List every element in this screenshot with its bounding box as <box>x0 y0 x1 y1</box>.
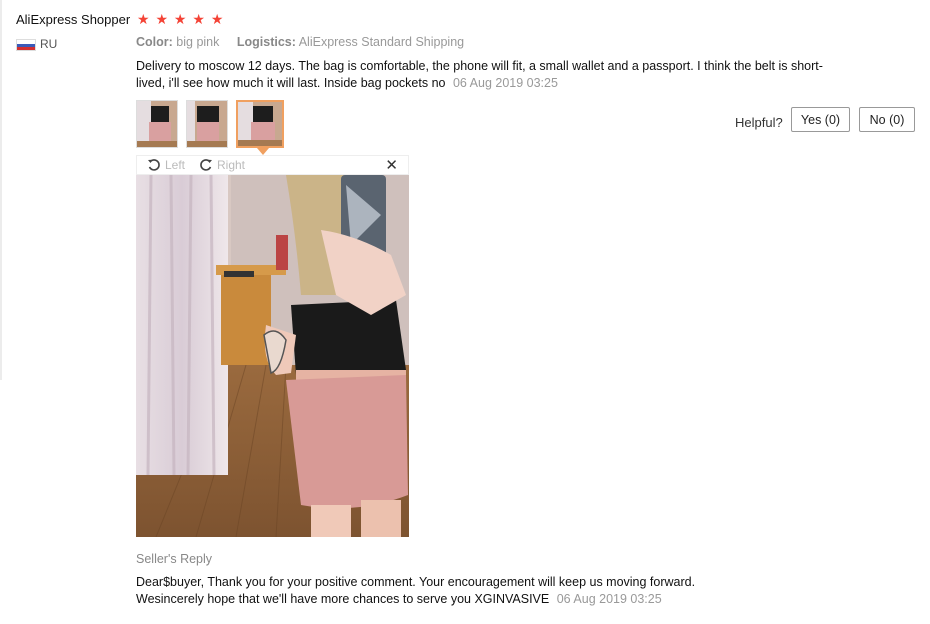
rotate-left-label: Left <box>165 158 186 172</box>
russia-flag-icon <box>16 39 36 51</box>
rating-stars: ★ ★ ★ ★ ★ <box>137 11 224 28</box>
star-icon: ★ <box>210 11 225 27</box>
close-viewer-button[interactable]: ✕ <box>385 156 398 174</box>
review-thumbnail-2[interactable] <box>186 100 228 148</box>
helpful-yes-button[interactable]: Yes (0) <box>791 107 850 132</box>
buyer-name: AliExpress Shopper <box>16 12 131 27</box>
order-attributes: Color: big pink Logistics: AliExpress St… <box>136 35 478 49</box>
seller-reply-date: 06 Aug 2019 03:25 <box>556 592 662 606</box>
rotate-right-button[interactable]: Right <box>199 158 245 172</box>
rotate-left-icon <box>148 159 160 171</box>
review-photo <box>136 175 409 537</box>
color-label: Color: <box>136 35 173 49</box>
thumbnail-pointer <box>257 148 269 155</box>
review-thumbnail-1[interactable] <box>136 100 178 148</box>
star-icon: ★ <box>155 11 170 27</box>
helpful-label: Helpful? <box>735 115 783 130</box>
color-value: big pink <box>176 35 220 49</box>
left-divider <box>0 0 2 380</box>
star-icon: ★ <box>192 11 206 27</box>
helpful-no-button[interactable]: No (0) <box>859 107 915 132</box>
star-icon: ★ <box>173 11 188 27</box>
review-text-block: Delivery to moscow 12 days. The bag is c… <box>136 58 836 92</box>
seller-reply-body: Dear$buyer, Thank you for your positive … <box>136 574 896 608</box>
star-icon: ★ <box>137 11 151 27</box>
logistics-label: Logistics: <box>236 35 296 49</box>
seller-reply-line-2-wrapper: Wesincerely hope that we'll have more ch… <box>136 591 896 608</box>
seller-reply-title: Seller's Reply <box>136 552 213 566</box>
buyer-country: RU <box>40 37 58 51</box>
rotate-left-button[interactable]: Left <box>147 158 185 172</box>
rotate-right-label: Right <box>217 158 246 172</box>
review-thumbnail-3[interactable] <box>236 100 284 148</box>
image-viewer-toolbar: Left Right ✕ <box>136 155 409 175</box>
review-thumbnails <box>136 100 284 148</box>
review-date: 06 Aug 2019 03:25 <box>452 76 558 90</box>
rotate-right-icon <box>200 159 212 171</box>
seller-reply-line-2: Wesincerely hope that we'll have more ch… <box>136 592 550 606</box>
logistics-value: AliExpress Standard Shipping <box>298 35 465 49</box>
seller-reply-line-1: Dear$buyer, Thank you for your positive … <box>136 575 696 589</box>
